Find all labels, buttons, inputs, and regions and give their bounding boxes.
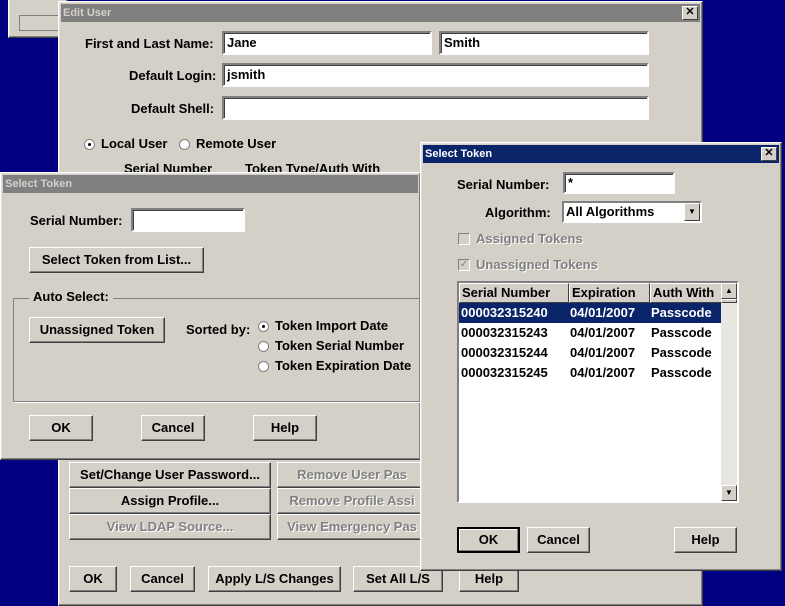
sort-expiration-date-radio[interactable] — [258, 361, 269, 372]
expiration-cell: 04/01/2007 — [570, 305, 636, 320]
first-last-name-label: First and Last Name: — [85, 36, 214, 51]
serial-cell: 000032315240 — [461, 305, 548, 320]
table-row[interactable]: 000032315245 04/01/2007 Passcode — [459, 363, 723, 383]
view-emergency-button[interactable]: View Emergency Pas — [277, 514, 427, 540]
expiration-cell: 04/01/2007 — [570, 325, 636, 340]
remote-user-radio[interactable] — [179, 139, 190, 150]
sort-expiration-date-label[interactable]: Token Expiration Date — [275, 358, 411, 373]
unassigned-tokens-label[interactable]: Unassigned Tokens — [476, 257, 598, 272]
algorithm-select[interactable]: All Algorithms ▼ — [562, 201, 702, 223]
unassigned-tokens-checkbox[interactable]: ✓ — [458, 259, 470, 271]
local-user-radio[interactable] — [84, 139, 95, 150]
local-user-label[interactable]: Local User — [101, 136, 167, 151]
right-ok-button[interactable]: OK — [457, 527, 520, 553]
algorithm-label: Algorithm: — [485, 205, 551, 220]
default-login-label: Default Login: — [129, 68, 217, 83]
column-header-serial[interactable]: Serial Number — [459, 283, 569, 303]
edit-user-cancel-button[interactable]: Cancel — [130, 566, 195, 592]
default-shell-label: Default Shell: — [131, 101, 215, 116]
auth-with-cell: Passcode — [651, 305, 712, 320]
sort-serial-number-label[interactable]: Token Serial Number — [275, 338, 404, 353]
left-help-button[interactable]: Help — [253, 415, 317, 441]
left-ok-button[interactable]: OK — [29, 415, 93, 441]
close-icon[interactable]: ✕ — [682, 6, 698, 20]
scroll-down-icon[interactable]: ▼ — [721, 485, 737, 501]
apply-ls-changes-button[interactable]: Apply L/S Changes — [208, 566, 341, 592]
select-token-left-titlebar[interactable]: Select Token — [3, 175, 418, 193]
left-serial-number-label: Serial Number: — [30, 213, 123, 228]
table-row[interactable]: 000032315244 04/01/2007 Passcode — [459, 343, 723, 363]
first-name-field[interactable]: Jane — [222, 31, 432, 55]
last-name-field[interactable]: Smith — [439, 31, 649, 55]
default-shell-field[interactable] — [222, 96, 649, 120]
scroll-up-icon[interactable]: ▲ — [721, 283, 737, 299]
right-help-button[interactable]: Help — [674, 527, 737, 553]
serial-cell: 000032315243 — [461, 325, 548, 340]
unassigned-token-button[interactable]: Unassigned Token — [29, 317, 165, 343]
auth-with-cell: Passcode — [651, 365, 712, 380]
sort-import-date-label[interactable]: Token Import Date — [275, 318, 388, 333]
select-token-from-list-button[interactable]: Select Token from List... — [29, 247, 204, 273]
column-header-auth-with[interactable]: Auth With — [650, 283, 723, 303]
table-row[interactable]: 000032315240 04/01/2007 Passcode — [459, 303, 723, 323]
right-serial-number-field[interactable]: * — [563, 172, 675, 194]
table-row[interactable]: 000032315243 04/01/2007 Passcode — [459, 323, 723, 343]
select-token-right-titlebar[interactable]: Select Token ✕ — [423, 145, 779, 163]
remote-user-label[interactable]: Remote User — [196, 136, 276, 151]
select-token-right-title: Select Token — [425, 148, 493, 160]
sort-import-date-radio[interactable] — [258, 321, 269, 332]
auth-with-cell: Passcode — [651, 325, 712, 340]
edit-user-ok-button[interactable]: OK — [69, 566, 117, 592]
token-list-scrollbar[interactable]: ▲ ▼ — [721, 283, 737, 501]
assigned-tokens-checkbox[interactable] — [458, 233, 470, 245]
scroll-thumb[interactable] — [721, 299, 737, 303]
assigned-tokens-label[interactable]: Assigned Tokens — [476, 231, 583, 246]
expiration-cell: 04/01/2007 — [570, 345, 636, 360]
right-serial-number-label: Serial Number: — [457, 177, 550, 192]
column-header-expiration[interactable]: Expiration — [569, 283, 650, 303]
sorted-by-label: Sorted by: — [186, 322, 251, 337]
left-serial-number-field[interactable] — [131, 208, 245, 232]
auth-with-cell: Passcode — [651, 345, 712, 360]
serial-cell: 000032315245 — [461, 365, 548, 380]
edit-user-title: Edit User — [63, 7, 112, 19]
algorithm-select-value: All Algorithms — [566, 204, 655, 219]
remove-profile-button[interactable]: Remove Profile Assi — [277, 488, 427, 514]
auto-select-label: Auto Select: — [29, 289, 113, 304]
select-token-left-title: Select Token — [5, 178, 73, 190]
remove-user-password-button[interactable]: Remove User Pas — [277, 462, 427, 488]
right-cancel-button[interactable]: Cancel — [527, 527, 590, 553]
expiration-cell: 04/01/2007 — [570, 365, 636, 380]
assign-profile-button[interactable]: Assign Profile... — [69, 488, 271, 514]
select-token-left-window: Select Token Serial Number: Select Token… — [0, 172, 433, 460]
edit-user-titlebar[interactable]: Edit User ✕ — [61, 4, 700, 22]
sort-serial-number-radio[interactable] — [258, 341, 269, 352]
background-window-field — [19, 15, 61, 31]
token-list[interactable]: Serial Number Expiration Auth With 00003… — [457, 281, 739, 503]
close-icon[interactable]: ✕ — [761, 147, 777, 161]
select-token-right-window: Select Token ✕ Serial Number: * Algorith… — [420, 142, 782, 571]
default-login-field[interactable]: jsmith — [222, 63, 649, 87]
serial-cell: 000032315244 — [461, 345, 548, 360]
set-change-password-button[interactable]: Set/Change User Password... — [69, 462, 271, 488]
chevron-down-icon[interactable]: ▼ — [684, 203, 700, 221]
left-cancel-button[interactable]: Cancel — [141, 415, 205, 441]
view-ldap-source-button[interactable]: View LDAP Source... — [69, 514, 271, 540]
